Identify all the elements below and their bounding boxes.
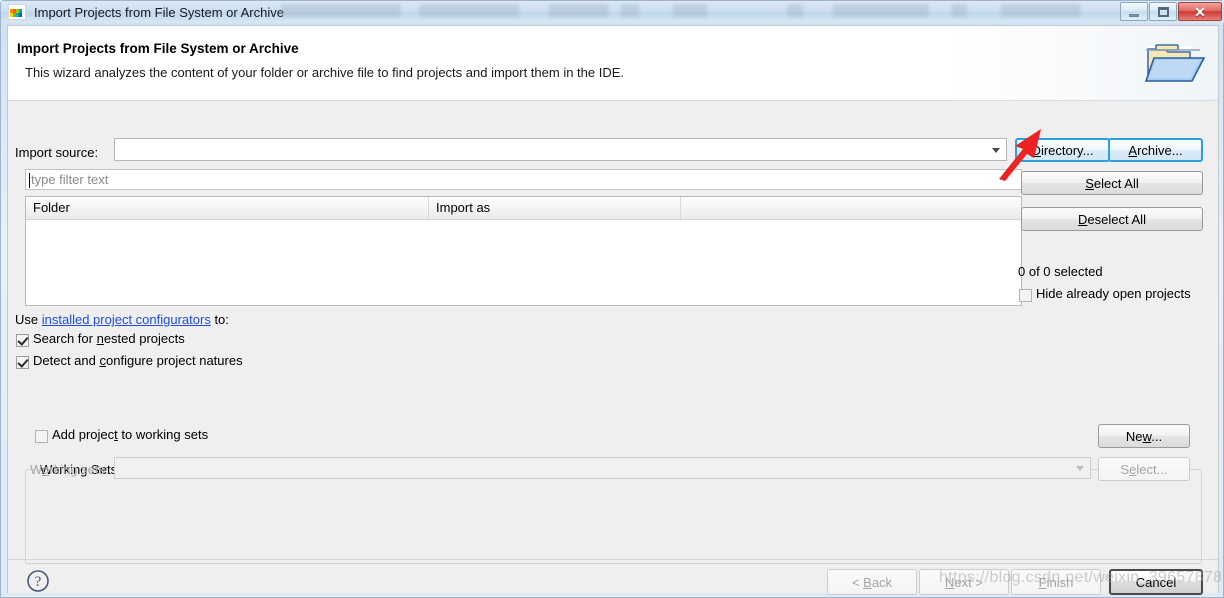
detect-configure-natures-label: Detect and configure project natures [33, 353, 243, 368]
installed-project-configurators-link[interactable]: installed project configurators [42, 312, 211, 327]
close-icon: ✕ [1194, 3, 1206, 20]
background-blur-fragment [281, 4, 401, 17]
background-blur-fragment [787, 4, 803, 17]
page-description: This wizard analyzes the content of your… [25, 65, 625, 80]
directory-button[interactable]: Directory... [1015, 138, 1110, 162]
detect-configure-natures-checkbox[interactable] [16, 356, 29, 369]
application-window: Import Projects from File System or Arch… [0, 0, 1224, 598]
import-source-combo[interactable] [114, 138, 1007, 161]
background-blur-fragment [951, 4, 967, 17]
background-blur-fragment [833, 4, 929, 17]
window-title: Import Projects from File System or Arch… [34, 4, 284, 20]
column-header-extra[interactable] [681, 197, 1021, 219]
column-header-import-as[interactable]: Import as [429, 197, 681, 219]
search-nested-projects-checkbox[interactable] [16, 334, 29, 347]
projects-table[interactable]: Folder Import as [25, 196, 1022, 306]
filter-input[interactable]: type filter text [25, 169, 1022, 190]
background-blur-fragment [419, 4, 519, 17]
import-wizard-dialog: Import Projects from File System or Arch… [7, 25, 1219, 595]
footer-divider [8, 559, 1218, 560]
deselect-all-button[interactable]: Deselect All [1021, 207, 1203, 231]
working-sets-label: Working sets: [30, 462, 109, 477]
directory-button-label: Directory... [1031, 142, 1094, 158]
working-sets-group [25, 469, 1202, 564]
minimize-button[interactable] [1120, 2, 1148, 21]
background-blur-fragment [673, 4, 707, 17]
wizard-header: Import Projects from File System or Arch… [8, 26, 1218, 101]
configurators-line: Use installed project configurators to: [15, 312, 229, 327]
help-icon[interactable]: ? [26, 569, 50, 593]
table-header-row: Folder Import as [26, 197, 1021, 220]
maximize-button[interactable] [1149, 2, 1177, 21]
background-blur-fragment [549, 4, 609, 17]
back-button: < Back [827, 569, 917, 595]
wizard-body: Import source: Directory... Archive... t… [8, 102, 1218, 592]
selection-status: 0 of 0 selected [1018, 264, 1103, 279]
hide-open-projects-checkbox[interactable] [1019, 289, 1032, 302]
page-title: Import Projects from File System or Arch… [17, 41, 299, 56]
import-source-label: Import source: [15, 145, 99, 160]
open-folder-icon [1144, 44, 1206, 82]
configurators-prefix: Use [15, 312, 42, 327]
window-controls: ✕ [1120, 2, 1222, 21]
new-button-label: New... [1125, 428, 1163, 444]
background-blur-fragment [621, 4, 639, 17]
title-bar[interactable]: Import Projects from File System or Arch… [1, 1, 1224, 23]
svg-text:?: ? [35, 574, 42, 590]
working-sets-combo[interactable] [114, 457, 1091, 479]
column-header-folder[interactable]: Folder [26, 197, 429, 219]
back-button-label: < Back [851, 574, 893, 590]
select-working-set-button: Select... [1098, 457, 1190, 481]
close-button[interactable]: ✕ [1178, 2, 1222, 21]
archive-button-label: Archive... [1128, 142, 1183, 158]
minimize-icon [1129, 13, 1139, 17]
background-blur-fragment [1001, 4, 1081, 17]
table-body[interactable] [26, 220, 1021, 305]
deselect-all-label: Deselect All [1078, 211, 1146, 227]
chevron-down-icon [1076, 466, 1084, 471]
filter-placeholder: type filter text [31, 172, 109, 187]
select-button-label: Select... [1120, 461, 1168, 477]
select-all-label: Select All [1085, 175, 1139, 191]
add-project-to-working-sets-checkbox[interactable] [35, 430, 48, 443]
watermark-text: https://blog.csdn.net/weixin_39657878 [939, 569, 1223, 586]
search-nested-projects-label: Search for nested projects [33, 331, 185, 346]
nxp-logo-icon [8, 4, 26, 20]
select-all-button[interactable]: Select All [1021, 171, 1203, 195]
new-working-set-button[interactable]: New... [1098, 424, 1190, 448]
maximize-icon [1157, 6, 1169, 17]
hide-open-projects-label: Hide already open projects [1036, 286, 1191, 301]
archive-button[interactable]: Archive... [1108, 138, 1203, 162]
chevron-down-icon [992, 147, 1000, 153]
add-project-to-working-sets-label: Add project to working sets [52, 427, 209, 442]
configurators-suffix: to: [210, 312, 229, 327]
text-caret [29, 173, 30, 188]
